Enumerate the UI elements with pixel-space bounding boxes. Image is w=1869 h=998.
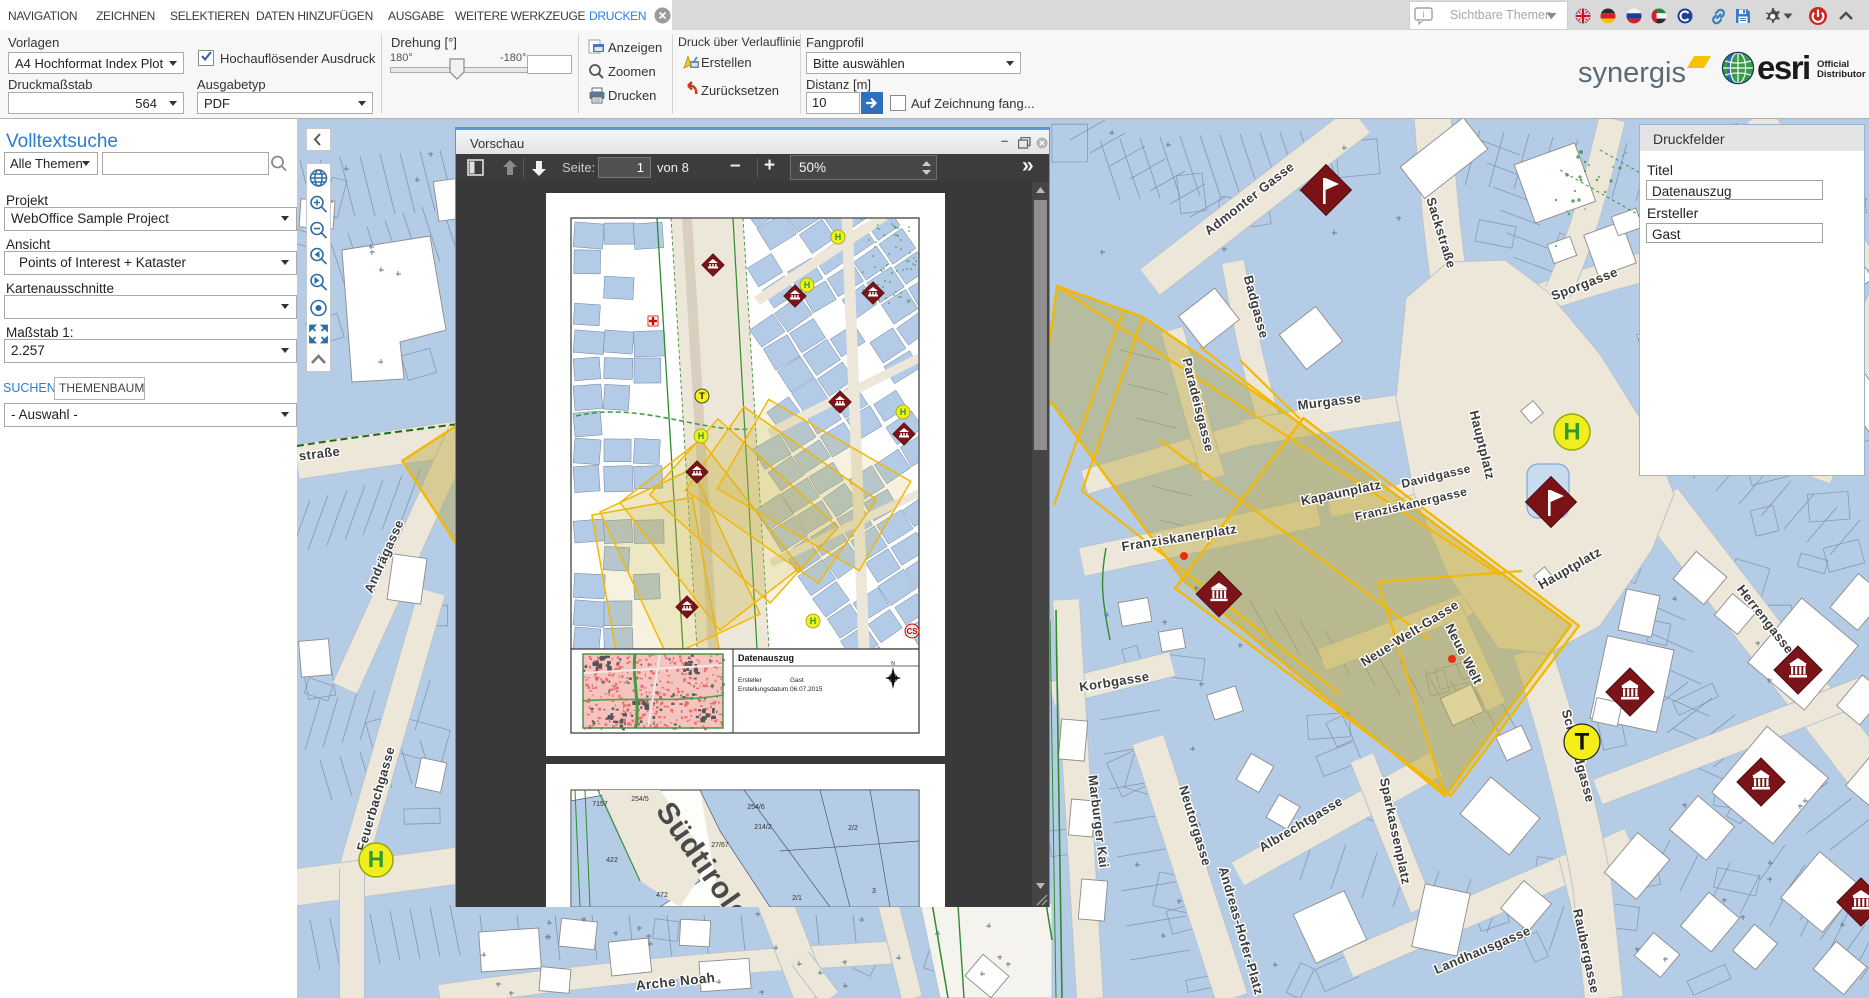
svg-text:Erstellungsdatum: Erstellungsdatum [738, 686, 788, 693]
svg-text:254/6: 254/6 [747, 804, 765, 811]
svg-text:H: H [1563, 419, 1580, 446]
svg-text:Gast: Gast [790, 677, 804, 684]
svg-text:T: T [1575, 729, 1590, 756]
svg-text:H: H [804, 280, 811, 290]
svg-text:H: H [810, 616, 817, 626]
svg-text:3: 3 [872, 888, 876, 895]
svg-text:214/2: 214/2 [754, 824, 772, 831]
svg-text:H: H [835, 232, 842, 242]
svg-text:472: 472 [656, 892, 668, 899]
svg-text:06.07.2015: 06.07.2015 [790, 686, 823, 693]
svg-text:i: i [1423, 10, 1425, 20]
svg-text:H: H [698, 431, 705, 441]
svg-text:254/5: 254/5 [631, 796, 649, 803]
svg-text:H: H [368, 846, 385, 872]
svg-text:2/2: 2/2 [848, 825, 858, 832]
svg-text:27/67: 27/67 [711, 842, 729, 849]
svg-text:T: T [699, 391, 705, 401]
svg-text:CS: CS [906, 627, 918, 636]
svg-text:422: 422 [606, 857, 618, 864]
svg-text:Ersteller: Ersteller [738, 677, 763, 684]
svg-text:H: H [900, 407, 907, 417]
svg-text:N: N [891, 661, 895, 667]
svg-text:2/1: 2/1 [792, 895, 802, 902]
svg-text:Datenauszug: Datenauszug [738, 653, 794, 663]
svg-text:7157: 7157 [592, 801, 608, 808]
